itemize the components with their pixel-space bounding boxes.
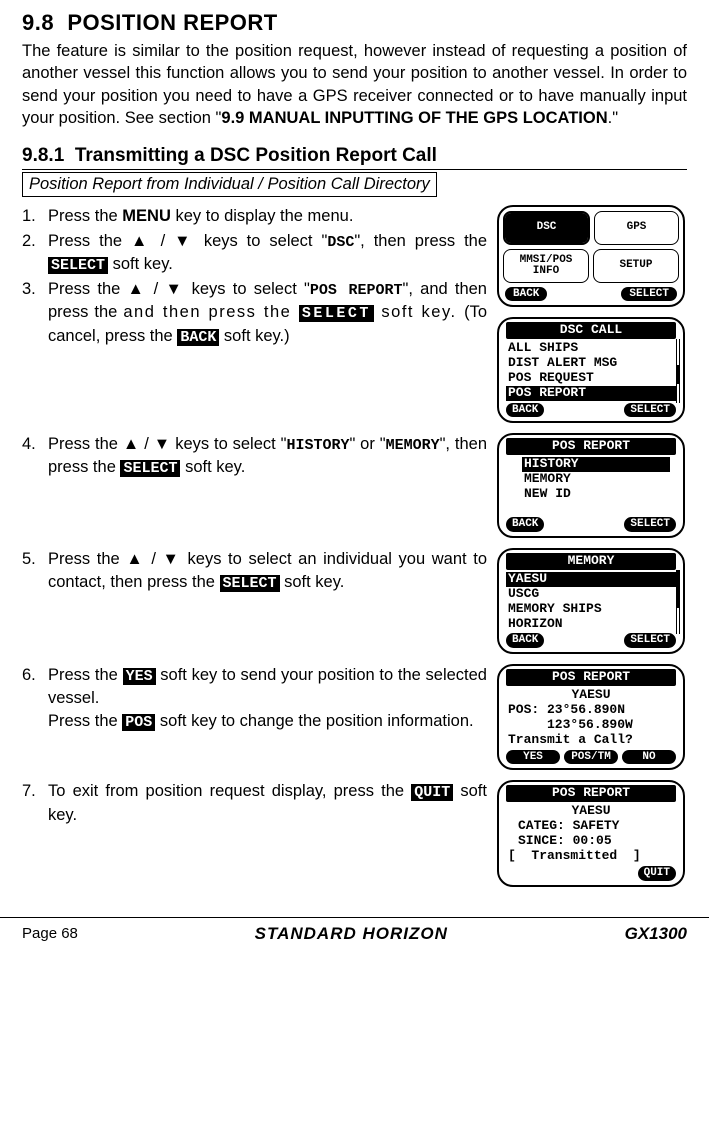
step-6: 6. Press the YES soft key to send your p… [22, 664, 487, 733]
softkey-back[interactable]: BACK [506, 633, 544, 648]
intro-paragraph: The feature is similar to the position r… [22, 40, 687, 129]
lcd-transmitted: POS REPORT YAESU CATEG: SAFETY SINCE: 00… [497, 780, 685, 886]
subsection-title: 9.8.1 Transmitting a DSC Position Report… [22, 145, 687, 170]
menu-cell-dsc: DSC [503, 211, 590, 245]
softkey-postm[interactable]: POS/TM [564, 750, 618, 765]
step-3: 3. Press the ▲ / ▼ keys to select "POS R… [22, 278, 487, 347]
section-title: 9.8 POSITION REPORT [22, 10, 687, 36]
menu-cell-gps: GPS [594, 211, 679, 245]
step-1: 1. Press the MENU key to display the men… [22, 205, 487, 228]
lcd-menu-grid: DSC GPS MMSI/POS INFO SETUP BACK SELECT [497, 205, 685, 307]
softkey-no[interactable]: NO [622, 750, 676, 765]
softkey-yes[interactable]: YES [506, 750, 560, 765]
softkey-back[interactable]: BACK [506, 517, 544, 532]
menu-cell-mmsi: MMSI/POS INFO [503, 249, 589, 283]
softkey-back[interactable]: BACK [505, 287, 547, 301]
step-5: 5. Press the ▲ / ▼ keys to select an ind… [22, 548, 487, 594]
softkey-back[interactable]: BACK [506, 403, 544, 418]
softkey-select[interactable]: SELECT [624, 403, 676, 418]
step-7: 7. To exit from position request display… [22, 780, 487, 826]
softkey-quit[interactable]: QUIT [638, 866, 676, 881]
page-footer: Page 68 STANDARD HORIZON GX1300 [0, 917, 709, 956]
lcd-pos-report: POS REPORT HISTORY MEMORY NEW ID BACK SE… [497, 433, 685, 537]
lcd-memory: MEMORY YAESU USCG MEMORY SHIPS HORIZON B… [497, 548, 685, 654]
lcd-dsc-call: DSC CALL ALL SHIPS DIST ALERT MSG POS RE… [497, 317, 685, 423]
lcd-transmit: POS REPORT YAESU POS: 23°56.890N 123°56.… [497, 664, 685, 770]
subheader-box: Position Report from Individual / Positi… [22, 172, 437, 197]
model-number: GX1300 [625, 924, 687, 944]
scrollbar [676, 339, 680, 403]
menu-cell-setup: SETUP [593, 249, 679, 283]
softkey-select[interactable]: SELECT [624, 517, 676, 532]
step-4: 4. Press the ▲ / ▼ keys to select "HISTO… [22, 433, 487, 479]
brand-logo: STANDARD HORIZON [255, 924, 448, 944]
step-2: 2. Press the ▲ / ▼ keys to select "DSC",… [22, 230, 487, 276]
scrollbar [676, 570, 680, 634]
softkey-select[interactable]: SELECT [624, 633, 676, 648]
softkey-select[interactable]: SELECT [621, 287, 677, 301]
page-number: Page 68 [22, 925, 78, 942]
